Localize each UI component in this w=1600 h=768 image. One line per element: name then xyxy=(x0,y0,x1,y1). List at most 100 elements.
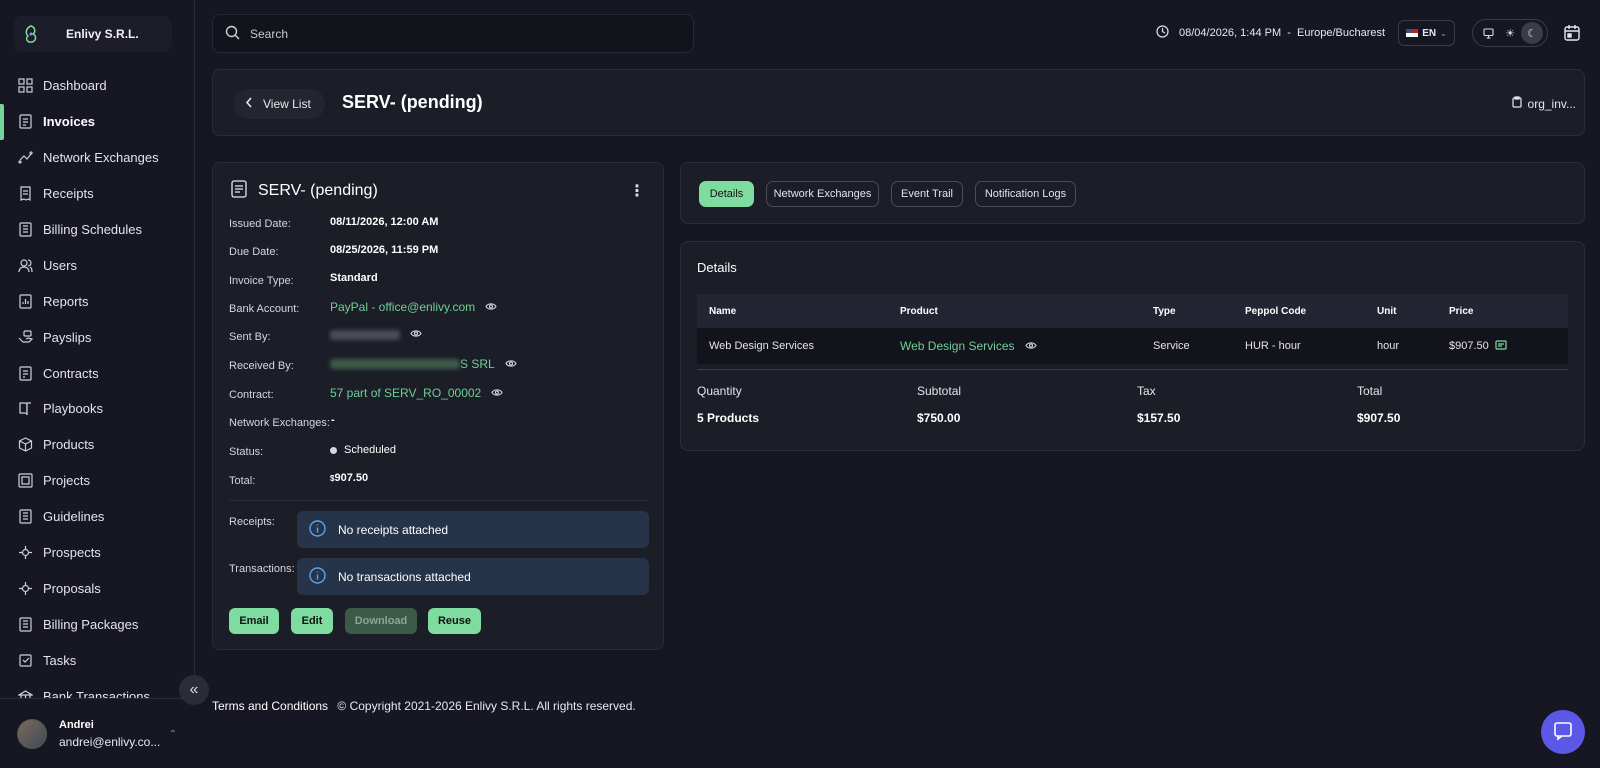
sidebar-item-contracts[interactable]: Contracts xyxy=(0,355,195,391)
price-value: $907.50 xyxy=(1449,340,1489,352)
receipt-icon xyxy=(17,186,33,202)
org-switcher[interactable]: Enlivy S.R.L. xyxy=(14,16,172,52)
issued-date-label: Issued Date: xyxy=(229,218,291,230)
us-flag-icon xyxy=(1406,29,1419,37)
eye-icon[interactable] xyxy=(485,300,497,314)
total-value: $ 907.50 xyxy=(330,472,368,484)
calendar-icon[interactable] xyxy=(1561,22,1583,44)
guideline-icon xyxy=(17,509,33,525)
sidebar-item-reports[interactable]: Reports xyxy=(0,283,195,319)
received-by-link[interactable]: S SRL xyxy=(460,357,495,371)
eye-icon[interactable] xyxy=(491,386,503,400)
sidebar-item-payslips[interactable]: Payslips xyxy=(0,319,195,355)
language-code: EN xyxy=(1422,27,1437,39)
datetime-display: 08/04/2026, 1:44 PM - Europe/Bucharest xyxy=(1156,25,1385,41)
contract-link[interactable]: 57 part of SERV_RO_00002 xyxy=(330,386,481,400)
tab-event-trail[interactable]: Event Trail xyxy=(891,181,963,207)
sidebar-item-label: Payslips xyxy=(43,329,92,345)
user-name: Andrei xyxy=(59,718,94,731)
sidebar-item-billing-packages[interactable]: Billing Packages xyxy=(0,606,195,642)
subtotal-value: $750.00 xyxy=(917,411,961,425)
more-options-icon[interactable]: ⋮ xyxy=(629,181,645,201)
transactions-empty-text: No transactions attached xyxy=(338,569,471,584)
sidebar-item-bank-transactions[interactable]: Bank Transactions xyxy=(0,678,195,698)
proposal-icon xyxy=(17,580,33,596)
bank-account-link[interactable]: PayPal - office@enlivy.com xyxy=(330,300,475,314)
page-title: SERV- (pending) xyxy=(342,92,483,112)
search-bar[interactable] xyxy=(212,14,694,53)
sun-icon[interactable]: ☀ xyxy=(1499,22,1521,44)
schedule-icon xyxy=(17,222,33,238)
sent-by-label: Sent By: xyxy=(229,331,271,343)
tax-label: Tax xyxy=(1137,384,1156,398)
tab-details[interactable]: Details xyxy=(699,181,754,207)
sidebar-item-guidelines[interactable]: Guidelines xyxy=(0,499,195,535)
tabs-bar: Details Network Exchanges Event Trail No… xyxy=(680,162,1585,224)
package-icon xyxy=(17,616,33,632)
product-link[interactable]: Web Design Services xyxy=(900,339,1015,353)
language-select[interactable]: EN ⌄ xyxy=(1398,20,1455,46)
email-button[interactable]: Email xyxy=(229,608,279,634)
terms-link[interactable]: Terms and Conditions xyxy=(212,699,328,713)
cell-name: Web Design Services xyxy=(709,340,814,352)
tax-value: $157.50 xyxy=(1137,411,1181,425)
chevron-left-icon xyxy=(245,97,253,111)
tab-network-exchanges[interactable]: Network Exchanges xyxy=(766,181,879,207)
bank-account-label: Bank Account: xyxy=(229,303,300,315)
sidebar-item-projects[interactable]: Projects xyxy=(0,463,195,499)
sidebar-item-billing-schedules[interactable]: Billing Schedules xyxy=(0,212,195,248)
column-header: Name xyxy=(709,305,737,317)
sidebar-item-receipts[interactable]: Receipts xyxy=(0,176,195,212)
sidebar-item-network-exchanges[interactable]: Network Exchanges xyxy=(0,140,195,176)
search-input[interactable] xyxy=(250,26,670,41)
monitor-icon[interactable] xyxy=(1477,22,1499,44)
invoice-icon xyxy=(230,180,248,201)
collapse-sidebar-button[interactable]: « xyxy=(179,675,209,705)
download-button[interactable]: Download xyxy=(345,608,417,634)
sent-by-value xyxy=(330,329,422,341)
clock-icon xyxy=(1156,25,1169,41)
theme-switcher: ☀ ☾ xyxy=(1472,19,1548,47)
table-row: Web Design Services Web Design Services … xyxy=(697,328,1568,364)
eye-icon[interactable] xyxy=(505,357,517,371)
cell-unit: hour xyxy=(1377,340,1400,352)
status-label: Status: xyxy=(229,446,264,458)
sidebar-item-products[interactable]: Products xyxy=(0,427,195,463)
user-email: andrei@enlivy.co... xyxy=(59,734,161,749)
moon-icon[interactable]: ☾ xyxy=(1521,22,1543,44)
avatar xyxy=(17,718,47,749)
chat-button[interactable] xyxy=(1541,710,1585,754)
dashboard-icon xyxy=(17,78,33,94)
edit-button[interactable]: Edit xyxy=(291,608,333,634)
network-exchanges-value: - xyxy=(331,414,335,426)
status-dot xyxy=(330,446,337,454)
sidebar-item-users[interactable]: Users xyxy=(0,247,195,283)
chevron-down-icon: ⌄ xyxy=(1440,28,1447,38)
eye-icon[interactable] xyxy=(1024,339,1037,353)
view-list-button[interactable]: View List xyxy=(233,89,325,119)
org-file-link[interactable]: org_inv... xyxy=(1511,96,1576,111)
reuse-button[interactable]: Reuse xyxy=(428,608,481,634)
tab-notification-logs[interactable]: Notification Logs xyxy=(975,181,1076,207)
issued-date-value: 08/11/2026, 12:00 AM xyxy=(330,216,439,228)
double-chevron-left-icon: « xyxy=(189,681,199,698)
sidebar-item-prospects[interactable]: Prospects xyxy=(0,535,195,571)
status-value: Scheduled xyxy=(344,444,396,456)
sidebar-item-playbooks[interactable]: Playbooks xyxy=(0,391,195,427)
contract-value: 57 part of SERV_RO_00002 xyxy=(330,386,503,400)
sidebar-nav: Dashboard Invoices Network Exchanges Rec… xyxy=(0,68,195,698)
redacted-recipient xyxy=(330,359,460,369)
sidebar-item-proposals[interactable]: Proposals xyxy=(0,570,195,606)
sidebar-item-label: Playbooks xyxy=(43,401,103,417)
eye-icon[interactable] xyxy=(410,329,422,341)
quantity-value: 5 Products xyxy=(697,411,760,425)
price-tag-icon xyxy=(1495,339,1507,354)
sidebar-item-dashboard[interactable]: Dashboard xyxy=(0,68,195,104)
user-menu[interactable]: Andrei andrei@enlivy.co... ⌃ xyxy=(0,698,195,768)
sidebar-item-invoices[interactable]: Invoices xyxy=(0,103,195,140)
sidebar-item-label: Reports xyxy=(43,293,89,309)
column-header: Unit xyxy=(1377,305,1397,317)
sidebar-item-label: Users xyxy=(43,257,77,273)
sidebar-item-tasks[interactable]: Tasks xyxy=(0,642,195,678)
contract-icon xyxy=(17,365,33,381)
